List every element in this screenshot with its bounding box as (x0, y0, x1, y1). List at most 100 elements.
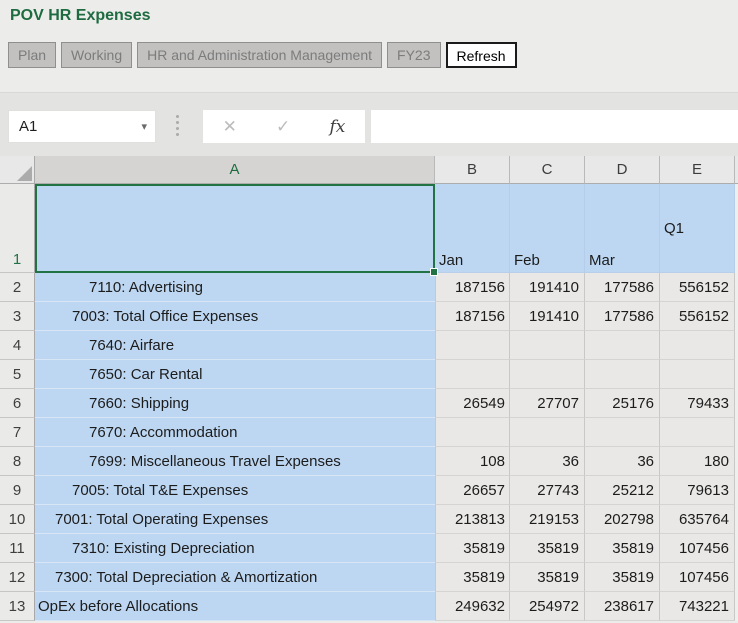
cell-C5[interactable] (510, 360, 585, 389)
plan-button[interactable]: Plan (8, 42, 56, 68)
cell-E13[interactable]: 743221 (660, 592, 735, 621)
formula-input[interactable] (371, 110, 738, 143)
cell-E3[interactable]: 556152 (660, 302, 735, 331)
cell-C4[interactable] (510, 331, 585, 360)
cell-D4[interactable] (585, 331, 660, 360)
grid-row-13: 13OpEx before Allocations249632254972238… (0, 592, 738, 621)
row-header-11[interactable]: 11 (0, 534, 35, 563)
row-header-9[interactable]: 9 (0, 476, 35, 505)
cell-A10[interactable]: 7001: Total Operating Expenses (35, 505, 435, 534)
cell-C7[interactable] (510, 418, 585, 447)
chevron-down-icon[interactable]: ▾ (141, 120, 155, 133)
cell-D11[interactable]: 35819 (585, 534, 660, 563)
cell-A7[interactable]: 7670: Accommodation (35, 418, 435, 447)
name-box[interactable]: A1 ▾ (8, 110, 156, 143)
formula-bar-grip (176, 115, 179, 136)
cell-C13[interactable]: 254972 (510, 592, 585, 621)
cell-D1[interactable]: Mar (585, 184, 660, 273)
select-all-button[interactable] (0, 156, 35, 184)
cell-C8[interactable]: 36 (510, 447, 585, 476)
cell-B4[interactable] (435, 331, 510, 360)
working-button[interactable]: Working (61, 42, 132, 68)
cell-E11[interactable]: 107456 (660, 534, 735, 563)
cell-D3[interactable]: 177586 (585, 302, 660, 331)
row-header-13[interactable]: 13 (0, 592, 35, 621)
cell-D13[interactable]: 238617 (585, 592, 660, 621)
cell-C1[interactable]: Feb (510, 184, 585, 273)
cell-E8[interactable]: 180 (660, 447, 735, 476)
cell-B3[interactable]: 187156 (435, 302, 510, 331)
cell-D8[interactable]: 36 (585, 447, 660, 476)
cell-C12[interactable]: 35819 (510, 563, 585, 592)
cell-A9[interactable]: 7005: Total T&E Expenses (35, 476, 435, 505)
cell-D9[interactable]: 25212 (585, 476, 660, 505)
cell-A8[interactable]: 7699: Miscellaneous Travel Expenses (35, 447, 435, 476)
row-header-1[interactable]: 1 (0, 184, 35, 273)
column-header-D[interactable]: D (585, 156, 660, 184)
cell-A5[interactable]: 7650: Car Rental (35, 360, 435, 389)
cell-D2[interactable]: 177586 (585, 273, 660, 302)
cell-C9[interactable]: 27743 (510, 476, 585, 505)
row-header-2[interactable]: 2 (0, 273, 35, 302)
cell-D12[interactable]: 35819 (585, 563, 660, 592)
cell-D5[interactable] (585, 360, 660, 389)
column-header-E[interactable]: E (660, 156, 735, 184)
cell-B6[interactable]: 26549 (435, 389, 510, 418)
cell-A4[interactable]: 7640: Airfare (35, 331, 435, 360)
cell-B7[interactable] (435, 418, 510, 447)
cell-B10[interactable]: 213813 (435, 505, 510, 534)
cell-E5[interactable] (660, 360, 735, 389)
cell-B9[interactable]: 26657 (435, 476, 510, 505)
row-header-8[interactable]: 8 (0, 447, 35, 476)
cell-E10[interactable]: 635764 (660, 505, 735, 534)
cell-A13[interactable]: OpEx before Allocations (35, 592, 435, 621)
grid-rows: 1JanFebMarQ127110: Advertising1871561914… (0, 184, 738, 621)
cell-B2[interactable]: 187156 (435, 273, 510, 302)
column-header-A[interactable]: A (35, 156, 435, 184)
cell-C3[interactable]: 191410 (510, 302, 585, 331)
grid-row-2: 27110: Advertising1871561914101775865561… (0, 273, 738, 302)
cell-E6[interactable]: 79433 (660, 389, 735, 418)
column-header-B[interactable]: B (435, 156, 510, 184)
cell-C11[interactable]: 35819 (510, 534, 585, 563)
row-header-7[interactable]: 7 (0, 418, 35, 447)
cell-B12[interactable]: 35819 (435, 563, 510, 592)
cell-A11[interactable]: 7310: Existing Depreciation (35, 534, 435, 563)
fy23-button[interactable]: FY23 (387, 42, 440, 68)
row-header-12[interactable]: 12 (0, 563, 35, 592)
cell-A1[interactable] (35, 184, 435, 273)
cell-D10[interactable]: 202798 (585, 505, 660, 534)
grid-row-1: 1 JanFebMarQ1 (0, 184, 738, 273)
cell-D6[interactable]: 25176 (585, 389, 660, 418)
cell-E9[interactable]: 79613 (660, 476, 735, 505)
insert-function-icon[interactable]: fx (330, 117, 346, 137)
cell-E7[interactable] (660, 418, 735, 447)
row-header-3[interactable]: 3 (0, 302, 35, 331)
row-header-6[interactable]: 6 (0, 389, 35, 418)
cell-B5[interactable] (435, 360, 510, 389)
cell-E12[interactable]: 107456 (660, 563, 735, 592)
cell-A12[interactable]: 7300: Total Depreciation & Amortization (35, 563, 435, 592)
cell-C6[interactable]: 27707 (510, 389, 585, 418)
refresh-button[interactable]: Refresh (446, 42, 517, 68)
cell-B1[interactable]: Jan (435, 184, 510, 273)
cell-E1[interactable]: Q1 (660, 184, 735, 273)
cell-B13[interactable]: 249632 (435, 592, 510, 621)
row-header-4[interactable]: 4 (0, 331, 35, 360)
cell-A2[interactable]: 7110: Advertising (35, 273, 435, 302)
row-header-10[interactable]: 10 (0, 505, 35, 534)
enter-icon[interactable]: ✓ (276, 117, 290, 137)
cell-D7[interactable] (585, 418, 660, 447)
row-header-5[interactable]: 5 (0, 360, 35, 389)
cell-E4[interactable] (660, 331, 735, 360)
hr-and-administration-management-button[interactable]: HR and Administration Management (137, 42, 382, 68)
cell-A6[interactable]: 7660: Shipping (35, 389, 435, 418)
cell-B8[interactable]: 108 (435, 447, 510, 476)
cell-C2[interactable]: 191410 (510, 273, 585, 302)
cell-E2[interactable]: 556152 (660, 273, 735, 302)
cell-B11[interactable]: 35819 (435, 534, 510, 563)
cancel-icon[interactable]: ✕ (223, 117, 237, 137)
cell-A3[interactable]: 7003: Total Office Expenses (35, 302, 435, 331)
column-header-C[interactable]: C (510, 156, 585, 184)
cell-C10[interactable]: 219153 (510, 505, 585, 534)
